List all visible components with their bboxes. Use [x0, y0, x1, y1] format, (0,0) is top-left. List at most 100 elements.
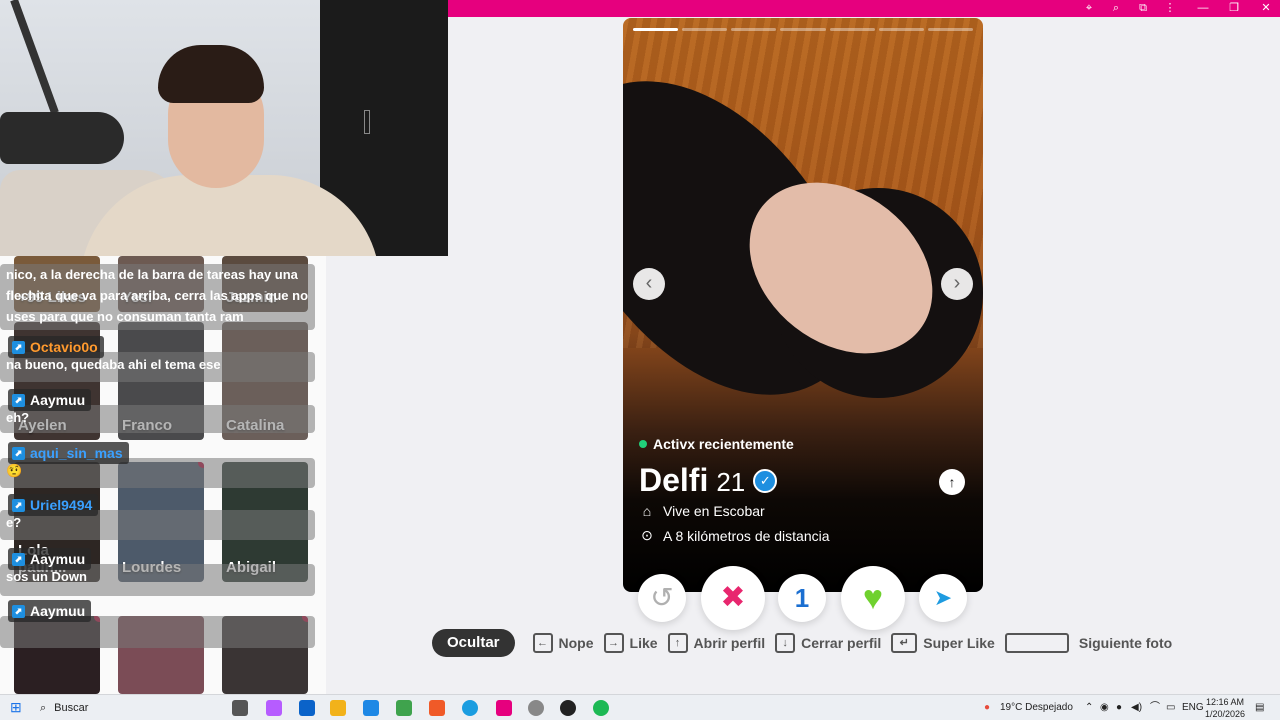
distance-row: ⊙ A 8 kilómetros de distancia: [639, 527, 829, 544]
clock-time: 12:16 AM: [1205, 697, 1245, 707]
restore-button[interactable]: ❐: [1221, 0, 1247, 17]
weather-label[interactable]: 19°C Despejado: [1000, 695, 1073, 720]
open-profile-button[interactable]: ↑: [939, 469, 965, 495]
tinder-browser-icon[interactable]: [496, 700, 512, 716]
photo-progress-segment: [927, 28, 973, 31]
location-icon[interactable]: ⌖: [1076, 0, 1102, 17]
lives-in-row: ⌂ Vive en Escobar: [639, 503, 765, 519]
app2-icon[interactable]: [560, 700, 576, 716]
tray-mic-icon[interactable]: ●: [1116, 695, 1122, 720]
previous-photo-button[interactable]: ‹: [633, 268, 665, 300]
chat-username[interactable]: ⬈ aqui_sin_mas: [8, 442, 129, 464]
kick-badge-icon: ⬈: [12, 498, 25, 512]
shortcut-next-label: Siguiente foto: [1078, 635, 1173, 651]
kick-badge-icon: ⬈: [12, 340, 25, 354]
search-icon: ⌕: [40, 701, 47, 714]
notifications-icon[interactable]: ▤: [1255, 695, 1264, 720]
chat-username-label: Aaymuu: [30, 551, 86, 567]
edge-icon[interactable]: [462, 700, 478, 716]
chat-username-label: Uriel9494: [30, 497, 93, 513]
wifi-icon[interactable]: ⌒: [1150, 695, 1160, 720]
photo-progress-segment: [829, 28, 875, 31]
profile-name-line: Delfi 21 ✓: [639, 462, 778, 499]
profile-name: Delfi: [639, 462, 709, 498]
shortcut-nope-label: Nope: [558, 635, 594, 651]
chat-username[interactable]: ⬈ Aaymuu: [8, 600, 92, 622]
close-button[interactable]: ✕: [1253, 0, 1279, 17]
heart-icon: ♥: [862, 579, 884, 617]
photo-progress-segment: [780, 28, 826, 31]
streamer-hair: [158, 45, 264, 103]
copilot-icon[interactable]: [266, 700, 282, 716]
webcam-switch: [364, 110, 370, 134]
extensions-icon[interactable]: ⧉: [1130, 0, 1156, 17]
store-icon[interactable]: [363, 700, 379, 716]
rewind-button[interactable]: ↺: [638, 574, 686, 622]
hide-shortcuts-button[interactable]: Ocultar: [432, 629, 515, 657]
photo-progress-segment: [878, 28, 924, 31]
clock-date: 1/20/2026: [1204, 709, 1246, 719]
photo-progress-segment: [731, 28, 777, 31]
chat-username-label: Aaymuu: [30, 603, 86, 619]
rewind-icon: ↺: [650, 582, 674, 613]
language-indicator[interactable]: ENG: [1182, 695, 1204, 720]
obs-icon[interactable]: [528, 700, 544, 716]
kick-badge-icon: ⬈: [12, 552, 25, 566]
active-status: Activx recientemente: [639, 436, 794, 452]
online-dot-icon: [639, 440, 647, 448]
profile-card[interactable]: ‹ › Activx recientemente Delfi 21 ✓ ↑ ⌂ …: [623, 18, 983, 592]
keyboard-shortcuts-bar: Ocultar ← Nope → Like ↑ Abrir perfil ↓ Cerra…: [432, 629, 1182, 657]
minimize-button[interactable]: —: [1190, 0, 1216, 17]
like-button[interactable]: ♥: [841, 566, 905, 630]
shortcut-next-photo: Siguiente foto: [1004, 633, 1173, 653]
file-explorer-icon[interactable]: [330, 700, 346, 716]
clock[interactable]: 12:16 AM 1/20/2026: [1203, 696, 1247, 720]
next-photo-button[interactable]: ›: [941, 268, 973, 300]
chat-username[interactable]: ⬈ Aaymuu: [8, 548, 92, 570]
right-arrow-key-icon: →: [603, 633, 624, 653]
weather-icon: ●: [984, 702, 991, 713]
shortcut-super-label: Super Like: [923, 635, 995, 651]
zoom-icon[interactable]: ⌕: [1103, 0, 1129, 17]
chat-username-label: aqui_sin_mas: [30, 445, 123, 461]
shortcut-super-like: ↵ Super Like: [891, 633, 995, 653]
chat-username[interactable]: ⬈ Octavio0o: [8, 336, 104, 358]
webcam-overlay: [0, 0, 448, 256]
boost-button[interactable]: 1: [778, 574, 826, 622]
taskbar-search[interactable]: ⌕ Buscar: [32, 697, 202, 719]
home-icon: ⌂: [642, 503, 652, 519]
brave-icon[interactable]: [429, 700, 445, 716]
super-like-button[interactable]: ➤: [919, 574, 967, 622]
enter-key-icon: ↵: [891, 633, 918, 653]
stream-panel: +99 LikesYesiJazminAyelenFrancoCatalinaL…: [0, 256, 326, 694]
shortcut-nope: ← Nope: [532, 633, 594, 653]
chat-username-label: Aaymuu: [30, 392, 86, 408]
photo-progress-segment: [633, 28, 679, 31]
shortcut-open-label: Abrir perfil: [693, 635, 766, 651]
nope-button[interactable]: ✖: [701, 566, 765, 630]
shortcut-like: → Like: [603, 633, 658, 653]
task-view-icon[interactable]: [232, 700, 248, 716]
shortcut-close-label: Cerrar perfil: [801, 635, 882, 651]
app-icon[interactable]: [396, 700, 412, 716]
chat-username[interactable]: ⬈ Uriel9494: [8, 494, 99, 516]
shortcut-like-label: Like: [629, 635, 658, 651]
spotify-icon[interactable]: [593, 700, 609, 716]
shortcut-close-profile: ↓ Cerrar perfil: [775, 633, 881, 653]
network-icon[interactable]: ▭: [1166, 695, 1175, 720]
chat-message: nico, a la derecha de la barra de tareas…: [0, 264, 315, 330]
photo-progress-segment: [682, 28, 728, 31]
outlook-icon[interactable]: [299, 700, 315, 716]
chat-username[interactable]: ⬈ Aaymuu: [8, 389, 92, 411]
windows-start-icon[interactable]: ⊞: [10, 699, 22, 716]
nope-x-icon: ✖: [720, 581, 746, 614]
volume-icon[interactable]: ◀): [1131, 695, 1142, 720]
left-arrow-key-icon: ←: [532, 633, 553, 653]
tray-chrome-icon[interactable]: ◉: [1100, 695, 1109, 720]
tray-chevron-icon[interactable]: ⌃: [1085, 695, 1093, 720]
boost-count: 1: [794, 583, 810, 613]
down-arrow-key-icon: ↓: [775, 633, 796, 653]
profile-age: 21: [716, 467, 746, 497]
menu-icon[interactable]: ⋮: [1157, 0, 1183, 17]
windows-taskbar: ⊞ ⌕ Buscar ● 19°C Despejado ⌃ ◉ ● ◀) ⌒ ▭…: [0, 694, 1280, 720]
